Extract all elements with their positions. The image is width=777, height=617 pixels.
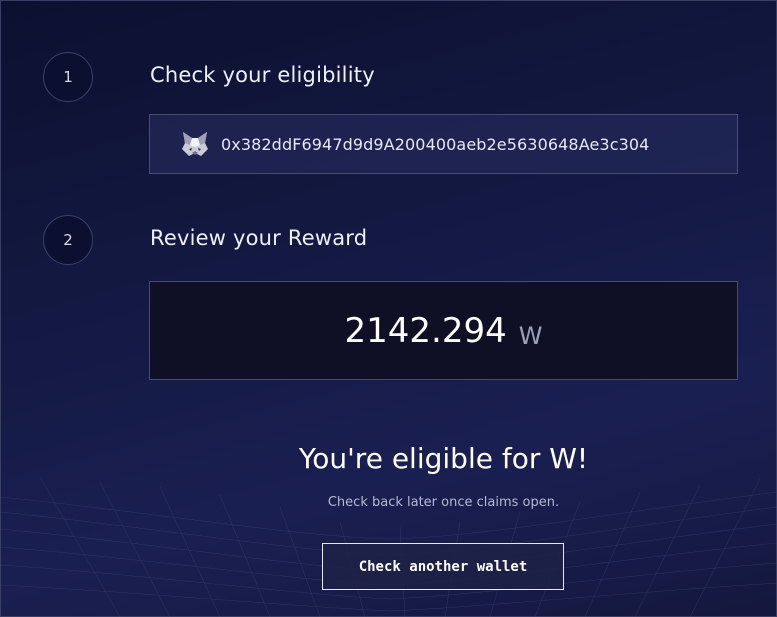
check-another-wallet-button[interactable]: Check another wallet	[322, 543, 564, 590]
eligibility-headline: You're eligible for W!	[298, 442, 589, 475]
step-2-number: 2	[43, 215, 93, 265]
wallet-address-field: 0x382ddF6947d9d9A200400aeb2e5630648Ae3c3…	[149, 114, 738, 174]
step-1-title: Check your eligibility	[150, 63, 375, 87]
metamask-fox-icon	[180, 129, 210, 159]
eligibility-subtext: Check back later once claims open.	[327, 495, 560, 510]
wallet-address: 0x382ddF6947d9d9A200400aeb2e5630648Ae3c3…	[221, 134, 650, 154]
reward-display: 2142.294 W	[149, 281, 738, 380]
reward-unit: W	[518, 321, 543, 350]
step-2-title: Review your Reward	[150, 226, 368, 250]
reward-amount: 2142.294	[344, 310, 507, 351]
step-1-number: 1	[43, 52, 93, 102]
